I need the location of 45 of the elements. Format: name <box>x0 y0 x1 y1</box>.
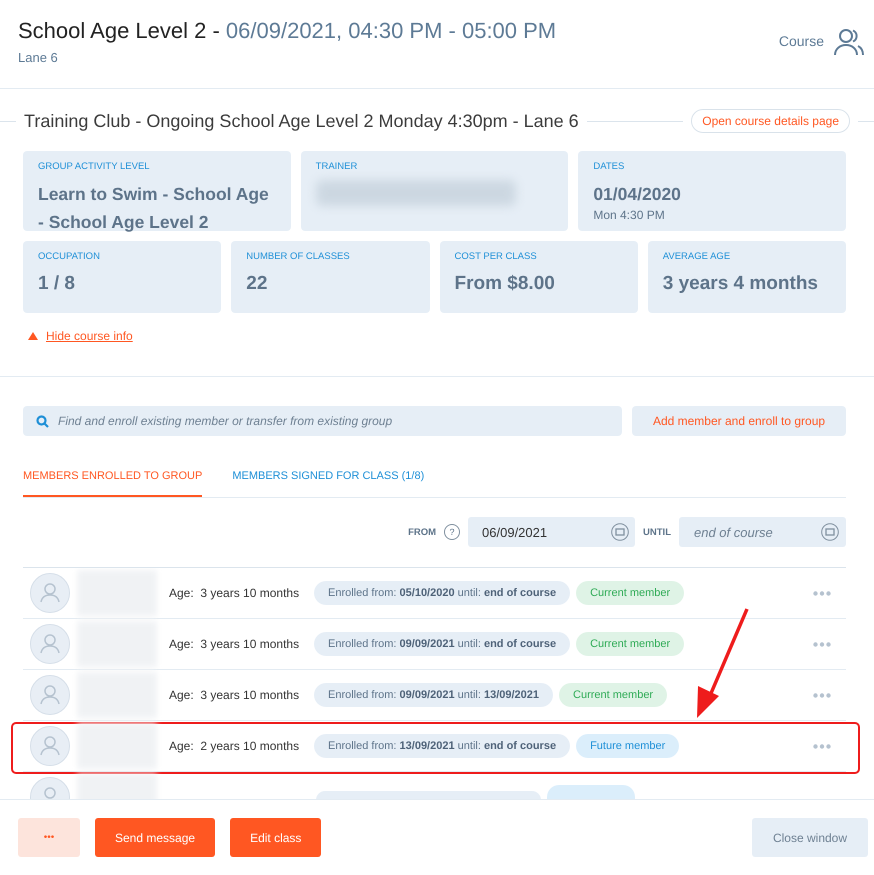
card-value: Learn to Swim - School Age - School Age Level 2 <box>38 183 270 234</box>
card-value: 22 <box>246 272 268 296</box>
card-label: OCCUPATION <box>38 251 101 262</box>
tab[interactable]: MEMBERS ENROLLED TO GROUP <box>23 461 202 497</box>
age-text: Age: 3 years 10 months <box>169 586 300 600</box>
card-value: 1 / 8 <box>38 272 76 296</box>
window-title: School Age Level 2 - 06/09/2021, 04:30 PM - 05:00 PM <box>18 18 556 44</box>
until-date-field[interactable]: end of course <box>679 517 846 547</box>
enrollment-period: Enrolled from: 13/09/2021 until: end of course <box>314 734 570 758</box>
status-badge: Current member <box>559 683 668 707</box>
enrollment-period: Enrolled from: 05/10/2020 until: end of course <box>314 581 570 605</box>
age-text: Age: 3 years 10 months <box>169 688 300 702</box>
card-label: COST PER CLASS <box>454 251 538 262</box>
card-label: NUMBER OF CLASSES <box>246 251 351 262</box>
course-details-link[interactable]: Open course details page <box>691 109 850 133</box>
edit-class-button[interactable]: Edit class <box>230 818 322 857</box>
type-label: Course <box>778 33 824 49</box>
more-button[interactable]: ••• <box>18 818 80 857</box>
card-label: AVERAGE AGE <box>662 251 732 262</box>
tab[interactable]: MEMBERS SIGNED FOR CLASS (1/8) <box>232 461 424 497</box>
until-label: UNTIL <box>643 526 671 538</box>
status-badge: Current member <box>576 581 684 605</box>
status-badge: Current member <box>576 632 684 656</box>
card-value: 3 years 4 months <box>662 272 819 296</box>
card-label: DATES <box>593 161 626 172</box>
send-message-button[interactable]: Send message <box>95 818 216 857</box>
search-field[interactable]: Find and enroll existing member or transfer from existing group <box>23 406 622 436</box>
age-text: Age: 3 years 10 months <box>169 637 300 651</box>
card-label: TRAINER <box>316 161 358 172</box>
course-name: Training Club - Ongoing School Age Level 2 Monday 4:30pm - Lane 6 <box>24 110 579 132</box>
card-value: 01/04/2020 <box>593 183 682 206</box>
from-label: FROM <box>408 526 436 538</box>
from-date-field[interactable]: 06/09/2021 <box>468 517 636 547</box>
card-value: From $8.00 <box>454 272 556 296</box>
lane-label: Lane 6 <box>18 50 59 65</box>
add-member-button[interactable]: Add member and enroll to group <box>632 406 846 436</box>
enrollment-period: Enrolled from: 09/09/2021 until: end of course <box>314 632 570 656</box>
close-window-button[interactable]: Close window <box>752 818 868 857</box>
help-button[interactable]: ? <box>444 524 460 540</box>
card-label: GROUP ACTIVITY LEVEL <box>38 161 151 172</box>
status-badge: Future member <box>576 734 680 758</box>
card-note: Mon 4:30 PM <box>593 208 666 222</box>
age-text: Age: 2 years 10 months <box>169 739 300 753</box>
hide-info-link[interactable]: Hide course info <box>46 329 133 343</box>
enrollment-period: Enrolled from: 09/09/2021 until: 13/09/2021 <box>314 683 554 707</box>
